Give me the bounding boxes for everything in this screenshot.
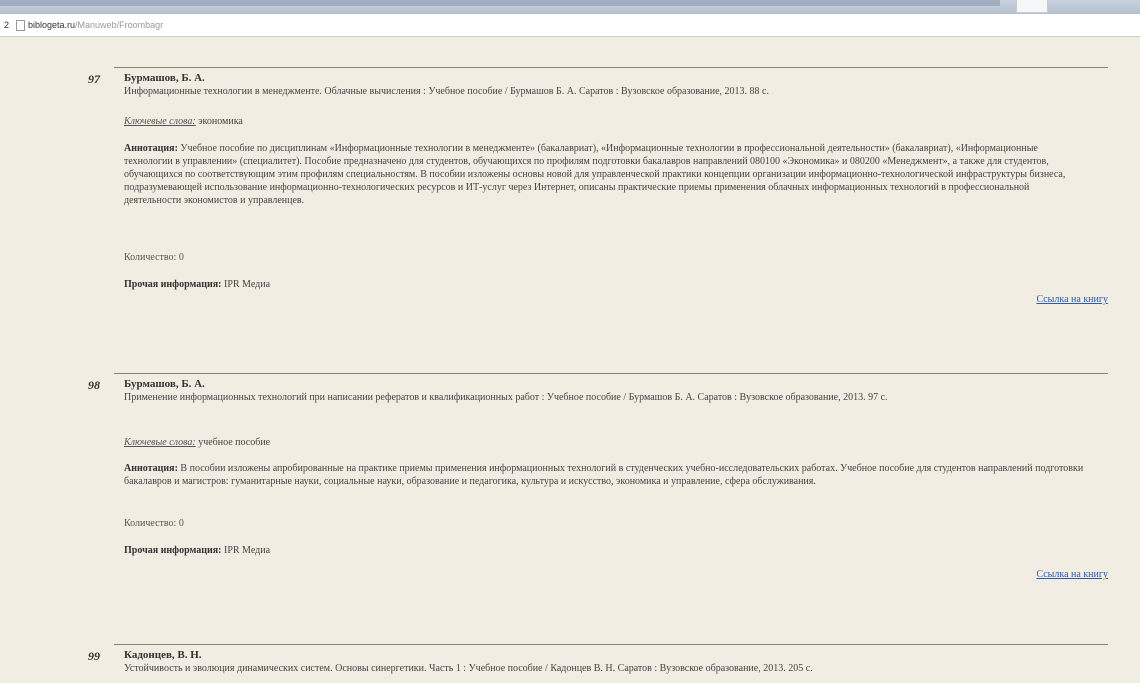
keywords-label[interactable]: Ключевые слова: [124,116,196,127]
quantity-value: 0 [178,518,184,529]
entry-annotation: Аннотация: Учебное пособие по дисциплина… [124,142,1084,207]
entry-divider [114,373,1108,374]
url-path: /Manuweb/Froombagr [75,20,164,30]
entry-number: 97 [88,72,100,86]
book-entry: 97 Бурмашов, Б. А. Информационные технол… [84,67,1108,327]
keywords-label[interactable]: Ключевые слова: [124,437,196,448]
entry-quantity: Количество: 0 [124,518,184,529]
url-host: biblogeta.ru [28,20,76,30]
other-info-label: Прочая информация: [124,545,222,556]
entry-author: Бурмашов, Б. А. [124,72,205,84]
entry-keywords: Ключевые слова: экономика [124,116,243,127]
minimize-button[interactable] [1016,0,1048,13]
entry-number: 99 [88,649,100,663]
entry-quantity: Количество: 0 [124,252,184,263]
entry-divider [114,67,1108,68]
entry-description: Применение информационных технологий при… [124,392,888,403]
annotation-label: Аннотация: [124,143,178,154]
annotation-label: Аннотация: [124,463,178,474]
quantity-label: Количество: [124,518,177,529]
book-entry: 99 Кадонцев, В. Н. Устойчивость и эволюц… [84,644,1108,683]
entry-author: Бурмашов, Б. А. [124,378,205,390]
book-link[interactable]: Ссылка на книгу [1036,569,1108,580]
other-info-value: IPR Медиа [224,545,271,556]
url-text[interactable]: biblogeta.ru/Manuweb/Froombagr [28,20,163,30]
keywords-value: учебное пособие [198,437,271,448]
entry-other-info: Прочая информация: IPR Медиа [124,279,270,290]
entry-other-info: Прочая информация: IPR Медиа [124,545,270,556]
quantity-value: 0 [178,252,184,263]
entry-annotation: Аннотация: В пособии изложены апробирова… [124,462,1084,488]
entry-divider [114,644,1108,645]
tab-number: 2 [4,20,10,30]
entry-author: Кадонцев, В. Н. [124,649,202,661]
keywords-value: экономика [198,116,243,127]
quantity-label: Количество: [124,252,177,263]
other-info-label: Прочая информация: [124,279,222,290]
book-entry: 98 Бурмашов, Б. А. Применение информацио… [84,373,1108,593]
annotation-text: В пособии изложены апробированные на пра… [124,463,1084,487]
annotation-text: Учебное пособие по дисциплинам «Информац… [124,143,1066,206]
entry-keywords: Ключевые слова: учебное пособие [124,437,270,448]
tab-strip-shadow [0,0,1000,6]
browser-tab-strip [0,0,1140,14]
entry-description: Устойчивость и эволюция динамических сис… [124,663,813,674]
page-icon [16,20,25,31]
entry-description: Информационные технологии в менеджменте.… [124,86,769,97]
address-bar[interactable]: 2 biblogeta.ru/Manuweb/Froombagr [0,14,1140,37]
other-info-value: IPR Медиа [224,279,271,290]
entry-number: 98 [88,378,100,392]
book-link[interactable]: Ссылка на книгу [1036,294,1108,305]
